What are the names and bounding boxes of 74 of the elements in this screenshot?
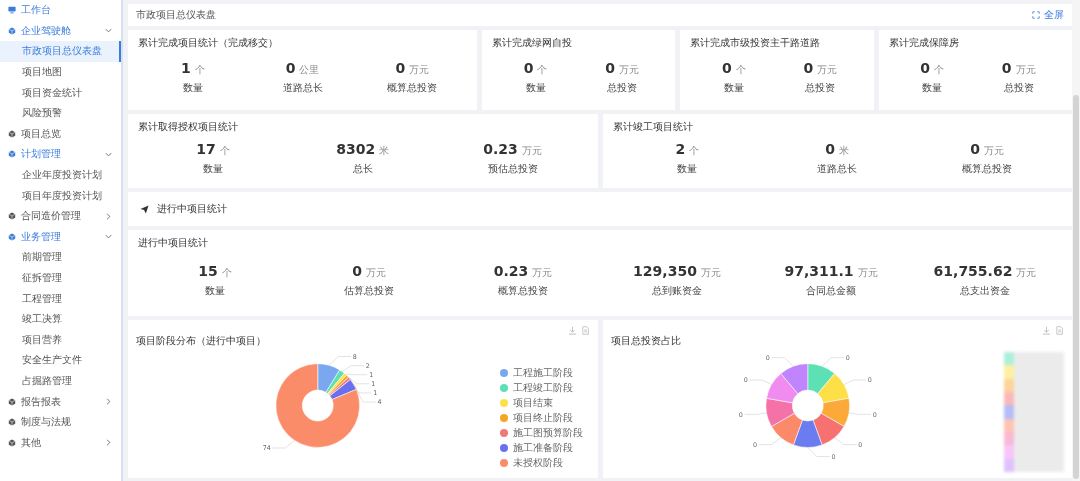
stat-unit: 个: [537, 62, 548, 77]
stat-value: 0: [523, 59, 534, 76]
stat-unit: 万元: [521, 143, 542, 158]
stat-label: 数量: [182, 80, 203, 95]
page-title: 市政项目总仪表盘: [136, 8, 216, 22]
stat-value: 0: [721, 59, 732, 76]
stat-unit: 个: [933, 62, 944, 77]
stat-label: 总投资: [805, 80, 836, 95]
stat-label: 总到账资金: [652, 283, 702, 298]
stat-unit: 米: [379, 143, 390, 158]
stat-value: 129,350: [633, 262, 697, 279]
stat-label: 合同总金额: [806, 283, 856, 298]
stat-unit: 万元: [1016, 265, 1037, 280]
stat-label: 概算总投资: [498, 283, 548, 298]
stat-label: 数量: [202, 161, 223, 176]
stat-value: 0: [970, 140, 980, 157]
stat-unit: 米: [839, 143, 850, 158]
stat-value: 97,311.1: [784, 262, 854, 279]
stat-unit: 个: [735, 62, 746, 77]
stat-label: 数量: [205, 283, 225, 298]
stat-value: 2: [675, 140, 686, 157]
stat-label: 概算总投资: [387, 80, 438, 95]
stat-unit: 万元: [619, 62, 640, 77]
stat-label: 预估总投资: [487, 161, 538, 176]
stat-unit: 个: [194, 62, 205, 77]
chart-title: 项目阶段分布（进行中项目）: [136, 334, 266, 348]
card-title: 累计取得授权项目统计: [138, 120, 239, 134]
card-title: 累计完成保障房: [888, 36, 960, 50]
card-title: 累计完成项目统计（完成移交）: [138, 36, 279, 50]
stat-unit: 个: [221, 265, 232, 280]
stat-label: 总长: [352, 161, 373, 176]
stat-unit: 个: [219, 143, 230, 158]
stat-value: 0: [1001, 59, 1012, 76]
chart-title: 项目总投资占比: [610, 334, 681, 348]
stat-label: 道路总长: [817, 161, 858, 176]
stat-value: 0.23: [483, 140, 518, 157]
stat-value: 61,755.62: [933, 262, 1013, 279]
stat-label: 总支出资金: [960, 283, 1010, 298]
stat-unit: 万元: [365, 265, 386, 280]
stat-label: 总投资: [607, 80, 638, 95]
stat-value: 0: [395, 59, 406, 76]
stat-unit: 万元: [1015, 62, 1036, 77]
stat-value: 8302: [336, 140, 376, 157]
stat-value: 0: [920, 59, 930, 76]
card-title: 累计完成绿网自投: [492, 36, 574, 50]
stat-unit: 个: [689, 143, 700, 158]
stat-unit: 公里: [299, 62, 320, 77]
stat-value: 0.23: [493, 262, 529, 279]
stat-unit: 万元: [700, 265, 721, 280]
stat-label: 概算总投资: [962, 161, 1013, 176]
stat-label: 道路总长: [282, 80, 323, 95]
stat-label: 数量: [922, 80, 943, 95]
stat-label: 数量: [723, 80, 744, 95]
stat-value: 0: [285, 59, 296, 76]
card-title: 进行中项目统计: [138, 236, 209, 250]
stat-value: 0: [803, 59, 814, 76]
stat-label: 数量: [677, 161, 698, 176]
stat-value: 0: [825, 140, 836, 157]
stat-label: 估算总投资: [344, 283, 394, 298]
stat-unit: 万元: [983, 143, 1004, 158]
section-title: 进行中项目统计: [157, 202, 227, 216]
stat-value: 0: [352, 262, 362, 279]
stat-label: 数量: [525, 80, 546, 95]
stat-value: 0: [605, 59, 616, 76]
stat-value: 1: [181, 59, 191, 76]
stat-value: 17: [196, 140, 216, 157]
stat-unit: 万元: [857, 265, 878, 280]
stat-label: 总投资: [1003, 80, 1034, 95]
stat-unit: 万元: [817, 62, 838, 77]
stat-unit: 万元: [409, 62, 430, 77]
card-title: 累计完成市级投资主干路道路: [690, 36, 822, 50]
card-title: 累计竣工项目统计: [612, 120, 694, 134]
stat-unit: 万元: [532, 265, 553, 280]
stat-value: 15: [198, 262, 218, 279]
